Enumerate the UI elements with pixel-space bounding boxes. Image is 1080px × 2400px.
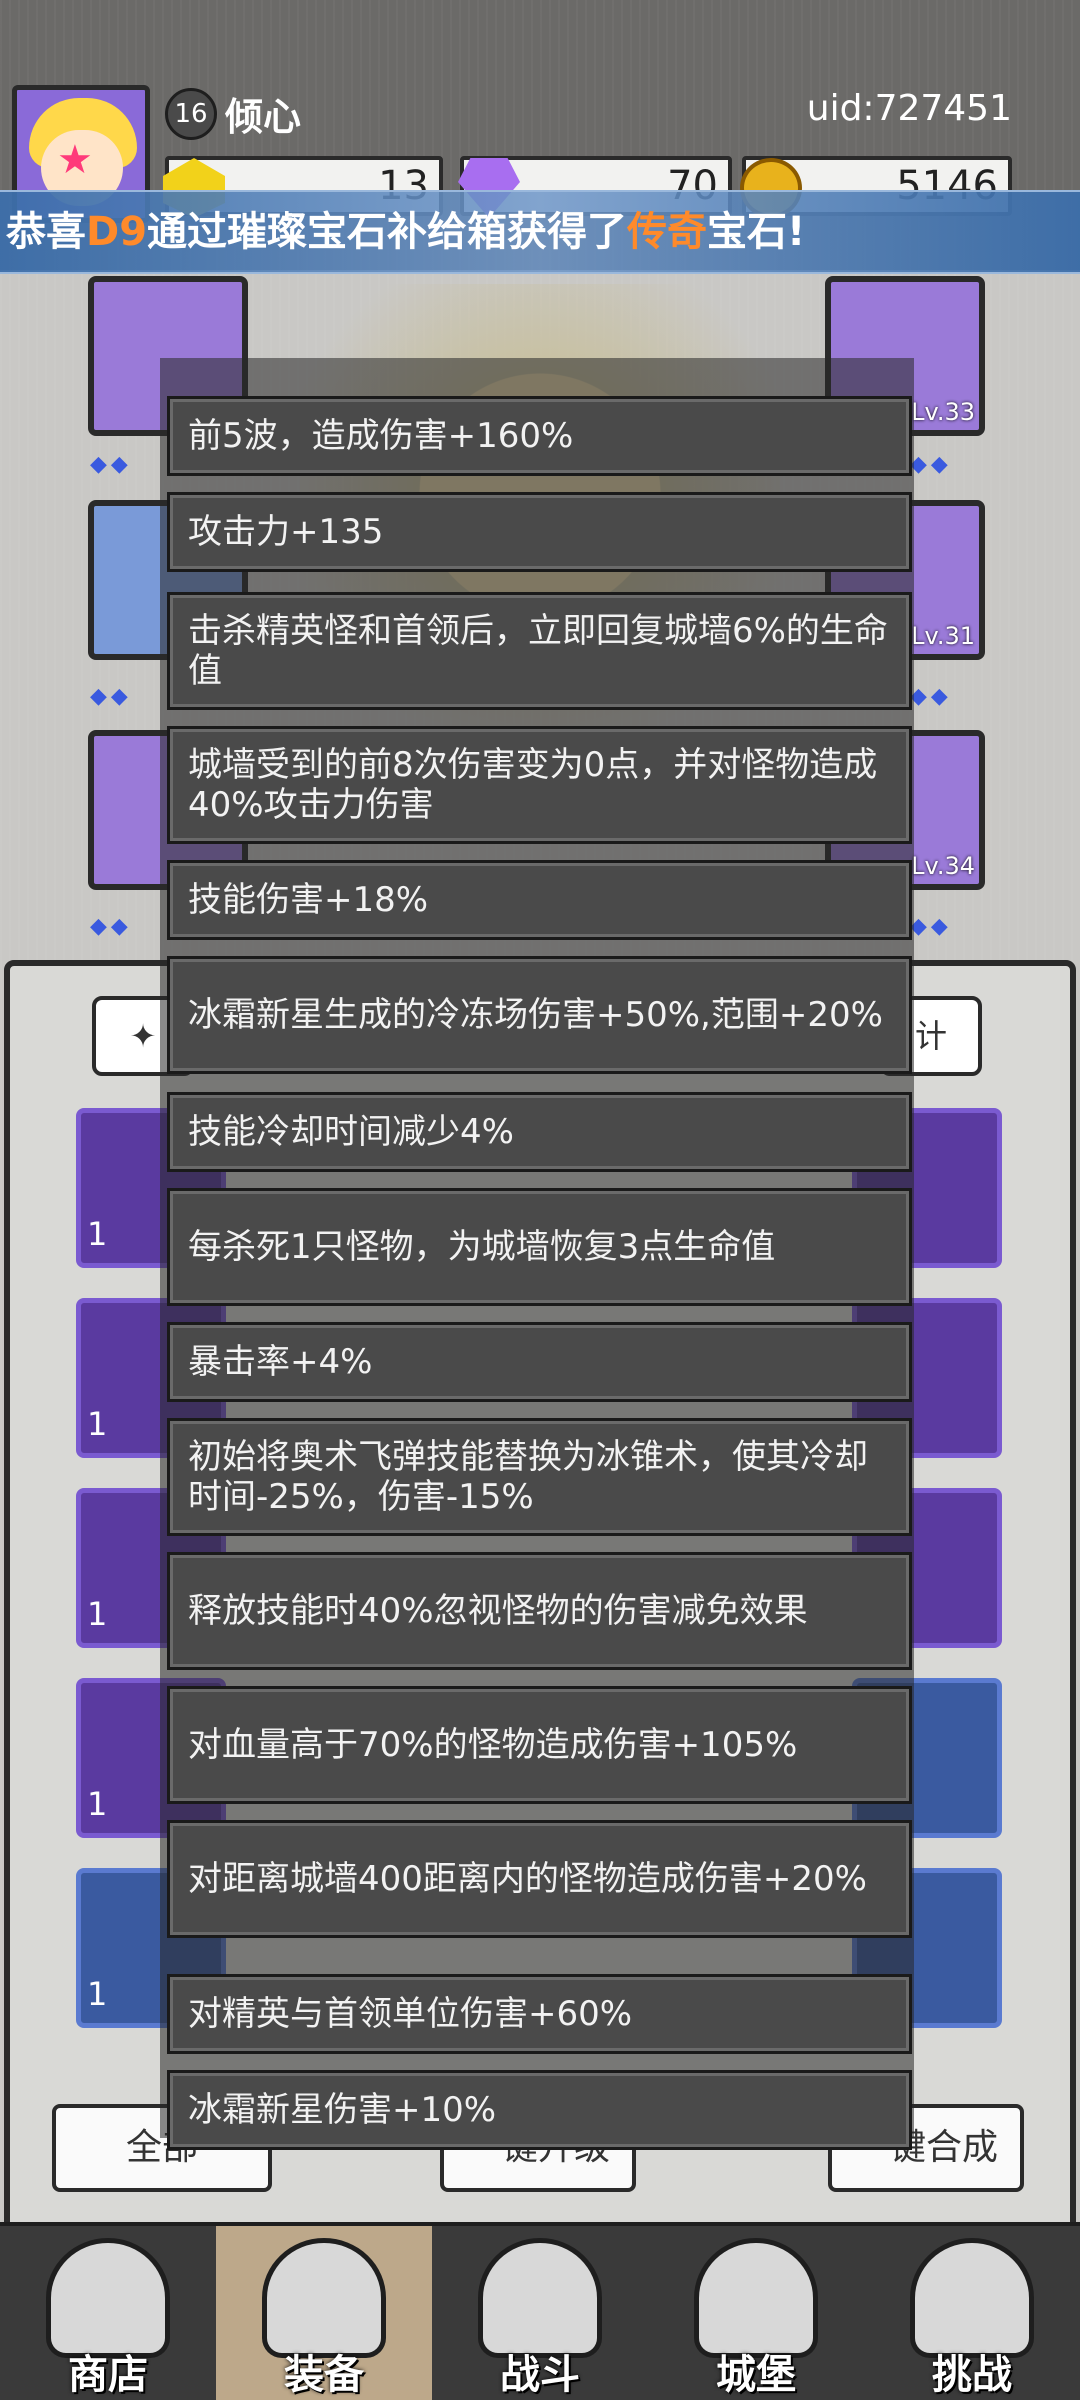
bonus-item: 冰霜新星伤害+10% [167, 2070, 912, 2150]
gem-row: ◆◆ [90, 684, 132, 709]
bonus-item: 对距离城墙400距离内的怪物造成伤害+20% [167, 1820, 912, 1938]
castle-icon [694, 2238, 818, 2358]
nav-tab-equipment[interactable]: 装备 [216, 2226, 432, 2400]
gem-row: ◆◆ [910, 452, 952, 477]
gem-row: ◆◆ [90, 914, 132, 939]
bonus-item: 击杀精英怪和首领后，立即回复城墙6%的生命值 [167, 592, 912, 710]
star-icon: ★ [57, 137, 93, 183]
bottom-nav: 商店 装备 战斗 城堡 挑战 [0, 2222, 1080, 2400]
nav-tab-shop[interactable]: 商店 [0, 2226, 216, 2400]
bonus-item: 初始将奥术飞弹技能替换为冰锥术，使其冷却时间-25%，伤害-15% [167, 1418, 912, 1536]
player-name: 倾心 [225, 95, 302, 139]
gem-row: ◆◆ [910, 684, 952, 709]
bonus-item: 技能伤害+18% [167, 860, 912, 940]
uid-label: uid:727451 [806, 88, 1012, 129]
nav-tab-castle[interactable]: 城堡 [648, 2226, 864, 2400]
shop-icon [46, 2238, 170, 2358]
nav-tab-battle[interactable]: 战斗 [432, 2226, 648, 2400]
banner-item: 传奇 [627, 209, 708, 255]
shield-icon [910, 2238, 1034, 2358]
bonus-item: 释放技能时40%忽视怪物的伤害减免效果 [167, 1552, 912, 1670]
gem-row: ◆◆ [910, 914, 952, 939]
level-badge: 16 [165, 88, 217, 140]
nav-tab-challenge[interactable]: 挑战 [864, 2226, 1080, 2400]
bonus-item: 城墙受到的前8次伤害变为0点，并对怪物造成40%攻击力伤害 [167, 726, 912, 844]
bonus-item: 冰霜新星生成的冷冻场伤害+50%,范围+20% [167, 956, 912, 1074]
bonus-item: 暴击率+4% [167, 1322, 912, 1402]
bonus-item: 每杀死1只怪物，为城墙恢复3点生命值 [167, 1188, 912, 1306]
crossed-swords-icon [478, 2238, 602, 2358]
bonus-item: 技能冷却时间减少4% [167, 1092, 912, 1172]
backpack-icon [262, 2238, 386, 2358]
banner-player: D9 [86, 209, 148, 255]
bonus-item: 攻击力+135 [167, 492, 912, 572]
bonus-item: 前5波，造成伤害+160% [167, 396, 912, 476]
bonus-item: 对精英与首领单位伤害+60% [167, 1974, 912, 2054]
bonus-item: 对血量高于70%的怪物造成伤害+105% [167, 1686, 912, 1804]
announcement-banner: 恭喜D9通过璀璨宝石补给箱获得了传奇宝石! [0, 190, 1080, 274]
gem-row: ◆◆ [90, 452, 132, 477]
